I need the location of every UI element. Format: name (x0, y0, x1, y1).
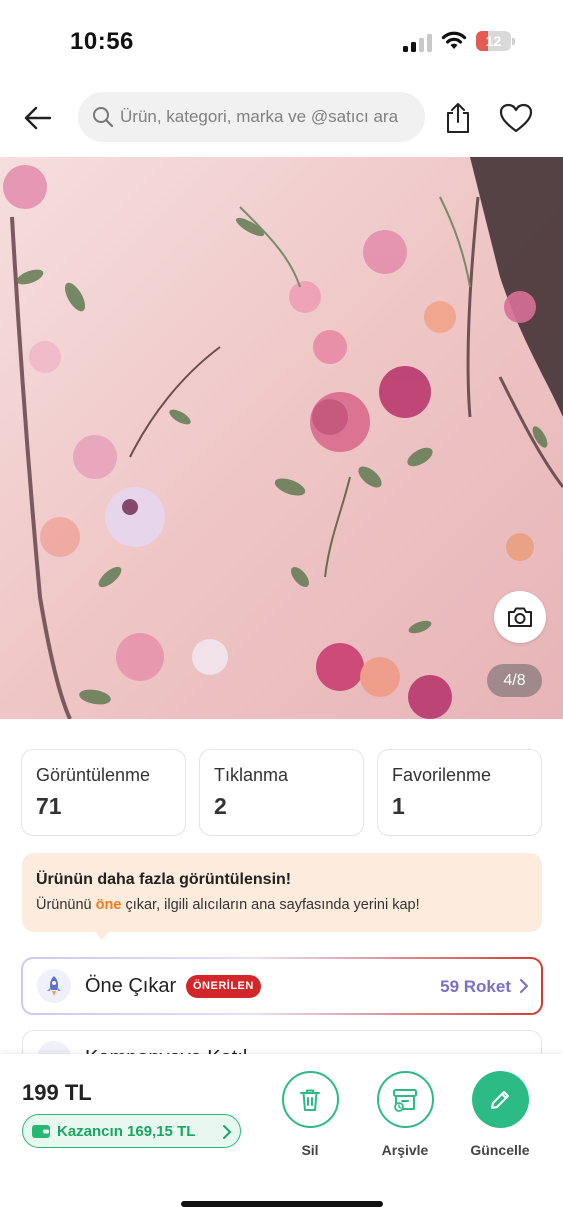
promo-text-end: çıkar, ilgili alıcıların ana sayfasında … (121, 897, 420, 913)
battery-icon: 12 (476, 31, 516, 51)
heart-icon (499, 103, 533, 133)
search-icon (93, 107, 114, 128)
chevron-right-icon (520, 979, 528, 993)
feature-title: Öne Çıkar (85, 975, 177, 997)
cellular-signal-icon (403, 32, 433, 52)
earnings-text: Kazancın 169,15 TL (57, 1122, 196, 1140)
trash-icon (300, 1089, 320, 1111)
archive-label: Arşivle (381, 1142, 429, 1158)
favorite-button[interactable] (496, 98, 536, 138)
archive-icon (393, 1088, 417, 1112)
delete-button[interactable]: Sil (270, 1071, 350, 1158)
product-image[interactable] (0, 157, 563, 719)
delete-label: Sil (301, 1142, 319, 1158)
stat-label: Favorilenme (392, 765, 492, 785)
search-input[interactable] (120, 107, 420, 127)
earnings-button[interactable]: Kazancın 169,15 TL (22, 1114, 241, 1148)
rocket-icon (37, 969, 71, 1003)
stat-card-views: Görüntülenme 71 (21, 749, 186, 836)
share-icon (447, 103, 469, 133)
product-price: 199 TL (22, 1080, 92, 1105)
battery-level: 12 (485, 33, 502, 49)
bottom-action-bar: 199 TL Kazancın 169,15 TL Sil Arşivle Gü… (0, 1054, 563, 1219)
top-nav (0, 86, 563, 150)
promo-title: Ürünün daha fazla görüntülensin! (36, 871, 292, 888)
stat-card-clicks: Tıklanma 2 (199, 749, 364, 836)
promo-banner: Ürünün daha fazla görüntülensin! Ürününü… (22, 853, 542, 932)
stat-label: Tıklanma (214, 765, 289, 785)
camera-button[interactable] (494, 591, 546, 643)
stat-card-favorites: Favorilenme 1 (377, 749, 542, 836)
home-indicator[interactable] (181, 1201, 383, 1207)
update-button[interactable]: Güncelle (460, 1071, 540, 1158)
arrow-left-icon (24, 106, 52, 130)
stat-label: Görüntülenme (36, 765, 151, 785)
share-button[interactable] (440, 98, 476, 138)
wallet-icon (32, 1125, 50, 1138)
promo-text-start: Ürününü (36, 897, 96, 913)
archive-button[interactable]: Arşivle (365, 1071, 445, 1158)
image-counter: 4/8 (487, 664, 542, 697)
wifi-icon (441, 30, 467, 55)
stat-value: 71 (36, 793, 62, 819)
status-time: 10:56 (70, 28, 134, 55)
chevron-right-icon (223, 1125, 231, 1139)
rocket-cost: 59 Roket (440, 977, 511, 996)
pencil-icon (491, 1090, 509, 1109)
search-bar[interactable] (78, 92, 425, 142)
product-photo (0, 157, 563, 719)
promo-highlight: öne (95, 897, 122, 913)
recommended-badge: ÖNERİLEN (186, 975, 261, 998)
promo-text: Ürününü öne çıkar, ilgili alıcıların ana… (36, 897, 528, 913)
status-bar: 10:56 12 (0, 0, 563, 80)
back-button[interactable] (18, 98, 58, 138)
update-label: Güncelle (470, 1142, 530, 1158)
stat-value: 1 (392, 793, 405, 819)
camera-icon (508, 607, 532, 627)
feature-product-button[interactable]: Öne Çıkar ÖNERİLEN 59 Roket (21, 957, 543, 1015)
stat-value: 2 (214, 793, 227, 819)
promo-pointer (92, 928, 112, 940)
